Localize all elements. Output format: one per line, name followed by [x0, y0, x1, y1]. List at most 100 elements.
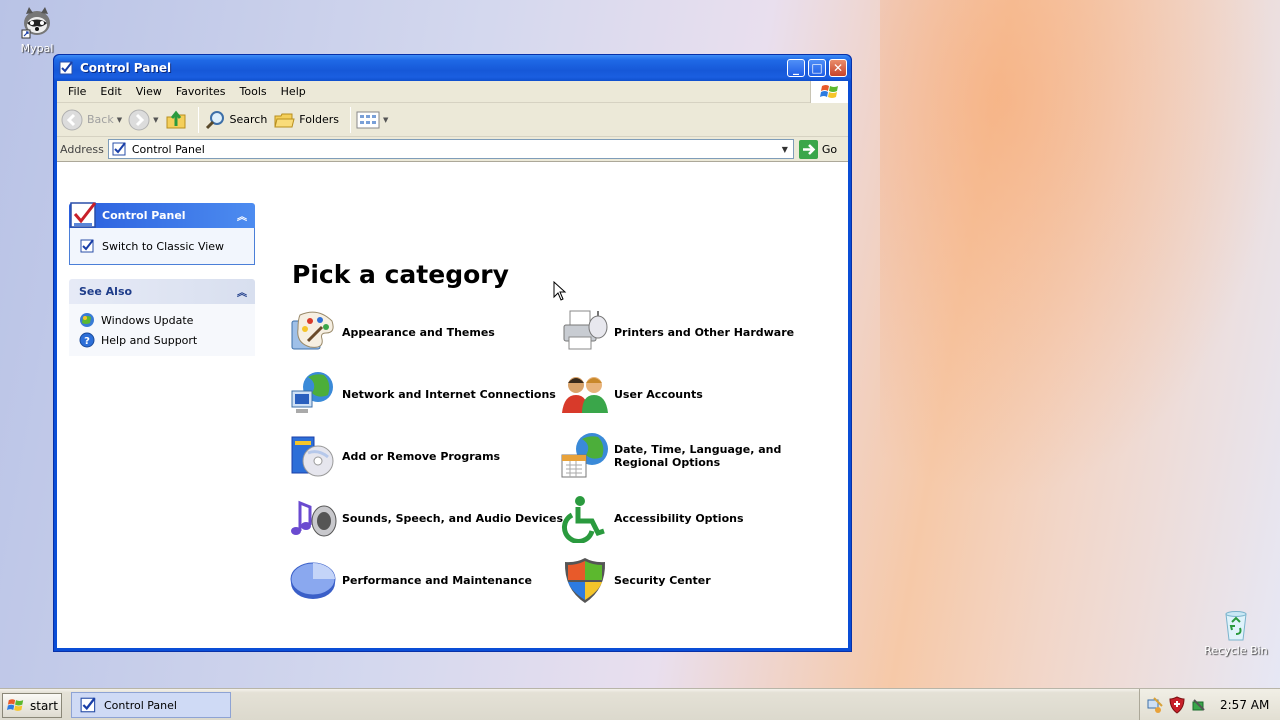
- main-content: Control Panel ︽ Switch to Classic View S…: [57, 187, 848, 648]
- help-icon: ?: [79, 332, 95, 348]
- category-security-center[interactable]: Security Center: [560, 555, 711, 605]
- menu-help[interactable]: Help: [274, 85, 313, 98]
- windows-flag-logo: [810, 81, 848, 103]
- link-label: Help and Support: [101, 333, 198, 347]
- toolbar: Back ▼ ▼ Search Folders ▼: [57, 103, 848, 137]
- search-button[interactable]: Search: [204, 109, 268, 131]
- windows-update-icon: [80, 313, 94, 327]
- help-support-link[interactable]: ? Help and Support: [79, 330, 245, 350]
- see-also-task-box: See Also ︽ Windows Update ? Help and Sup…: [69, 279, 255, 356]
- control-panel-large-icon: [70, 202, 97, 228]
- panel-title: Control Panel: [102, 209, 186, 222]
- address-input[interactable]: Control Panel ▼: [107, 139, 794, 159]
- clock: 2:57 AM: [1220, 697, 1270, 712]
- control-panel-icon: [59, 61, 73, 75]
- go-button[interactable]: Go: [798, 139, 837, 159]
- category-label: Appearance and Themes: [342, 325, 495, 339]
- category-network-internet[interactable]: Network and Internet Connections: [288, 369, 556, 419]
- category-accessibility[interactable]: Accessibility Options: [560, 493, 744, 543]
- back-button[interactable]: Back ▼: [61, 109, 122, 131]
- menu-file[interactable]: File: [61, 85, 93, 98]
- recycle-bin-icon: [1225, 611, 1247, 641]
- category-performance-maintenance[interactable]: Performance and Maintenance: [288, 555, 532, 605]
- category-appearance-themes[interactable]: Appearance and Themes: [288, 307, 495, 357]
- category-label: Date, Time, Language, and Regional Optio…: [614, 443, 782, 469]
- menu-tools[interactable]: Tools: [233, 85, 274, 98]
- menu-view[interactable]: View: [129, 85, 169, 98]
- maximize-button[interactable]: □: [808, 59, 826, 77]
- chevron-down-icon[interactable]: ▼: [117, 116, 122, 124]
- forward-button[interactable]: ▼: [128, 109, 159, 131]
- user-accounts-icon: [562, 377, 608, 413]
- panel-header[interactable]: See Also ︽: [69, 279, 255, 304]
- up-folder-button[interactable]: [165, 109, 187, 131]
- control-panel-window[interactable]: Control Panel _ □ ✕ File Edit View Favor…: [53, 54, 852, 652]
- category-date-time-regional[interactable]: Date, Time, Language, and Regional Optio…: [560, 431, 830, 481]
- category-user-accounts[interactable]: User Accounts: [560, 369, 703, 419]
- collapse-chevron-icon[interactable]: ︽: [237, 208, 247, 223]
- desktop-icon-recycle-bin[interactable]: Recycle Bin: [1200, 608, 1272, 657]
- window-title: Control Panel: [80, 61, 172, 75]
- close-button[interactable]: ✕: [829, 59, 847, 77]
- window-client: File Edit View Favorites Tools Help Back…: [57, 81, 848, 648]
- folders-button[interactable]: Folders: [273, 109, 339, 131]
- search-label: Search: [229, 113, 268, 126]
- chevron-down-icon[interactable]: ▼: [777, 140, 793, 158]
- category-printers-hardware[interactable]: Printers and Other Hardware: [560, 307, 794, 357]
- toolbar-separator: [197, 106, 199, 133]
- windows-logo-icon: [7, 699, 24, 711]
- category-label: Add or Remove Programs: [342, 449, 501, 463]
- start-label: start: [30, 698, 58, 713]
- go-arrow-icon: [798, 139, 818, 159]
- category-label: Security Center: [614, 573, 711, 587]
- chevron-down-icon[interactable]: ▼: [383, 116, 388, 124]
- address-bar: Address Control Panel ▼ Go: [57, 137, 848, 162]
- performance-icon: [290, 562, 336, 599]
- control-panel-task-box: Control Panel ︽ Switch to Classic View: [69, 202, 255, 265]
- address-label: Address: [60, 142, 104, 156]
- accessibility-icon: [561, 496, 605, 543]
- windows-update-link[interactable]: Windows Update: [79, 310, 245, 330]
- views-grid-icon: [356, 111, 380, 128]
- printer-icon: [563, 310, 608, 350]
- chevron-down-icon[interactable]: ▼: [153, 116, 158, 124]
- appearance-themes-icon: [291, 311, 334, 350]
- minimize-button[interactable]: _: [787, 59, 805, 77]
- views-button[interactable]: ▼: [356, 110, 388, 130]
- control-panel-icon: [80, 697, 96, 713]
- folders-icon: [274, 113, 295, 127]
- taskbar-item-control-panel[interactable]: Control Panel: [71, 692, 231, 718]
- category-sounds-audio[interactable]: Sounds, Speech, and Audio Devices: [288, 493, 563, 543]
- task-pane: Control Panel ︽ Switch to Classic View S…: [69, 202, 255, 370]
- window-titlebar[interactable]: Control Panel _ □ ✕: [54, 55, 851, 81]
- taskbar: start Control Panel 2:57 AM: [0, 688, 1280, 720]
- back-arrow-icon: [61, 109, 83, 130]
- category-label: Network and Internet Connections: [342, 387, 556, 401]
- control-panel-icon: [112, 142, 126, 156]
- collapse-chevron-icon[interactable]: ︽: [237, 284, 247, 299]
- menu-edit[interactable]: Edit: [93, 85, 128, 98]
- security-shield-tray-icon[interactable]: [1168, 695, 1186, 714]
- menu-bar: File Edit View Favorites Tools Help: [57, 81, 848, 103]
- security-shield-icon: [564, 558, 606, 603]
- category-label: User Accounts: [614, 387, 703, 401]
- mypal-raccoon-icon: [21, 7, 50, 39]
- panel-header[interactable]: Control Panel ︽: [69, 202, 255, 228]
- hardware-tray-icon[interactable]: [1190, 696, 1208, 714]
- desktop-icon-mypal[interactable]: Mypal: [1, 4, 73, 55]
- category-add-remove-programs[interactable]: Add or Remove Programs: [288, 431, 500, 481]
- control-panel-icon: [80, 239, 94, 253]
- sound-icon: [291, 500, 337, 537]
- network-tray-icon[interactable]: [1146, 696, 1164, 714]
- svg-text:?: ?: [84, 336, 90, 347]
- back-label: Back: [87, 113, 114, 126]
- switch-classic-view-link[interactable]: Switch to Classic View: [80, 236, 244, 256]
- category-label: Printers and Other Hardware: [614, 325, 795, 339]
- windows-logo-icon: [819, 85, 838, 98]
- desktop-icon-label: Recycle Bin: [1204, 644, 1268, 657]
- menu-favorites[interactable]: Favorites: [169, 85, 233, 98]
- network-icon: [291, 372, 333, 413]
- forward-arrow-icon: [128, 109, 150, 130]
- start-button[interactable]: start: [2, 693, 62, 718]
- taskbar-item-label: Control Panel: [104, 698, 177, 712]
